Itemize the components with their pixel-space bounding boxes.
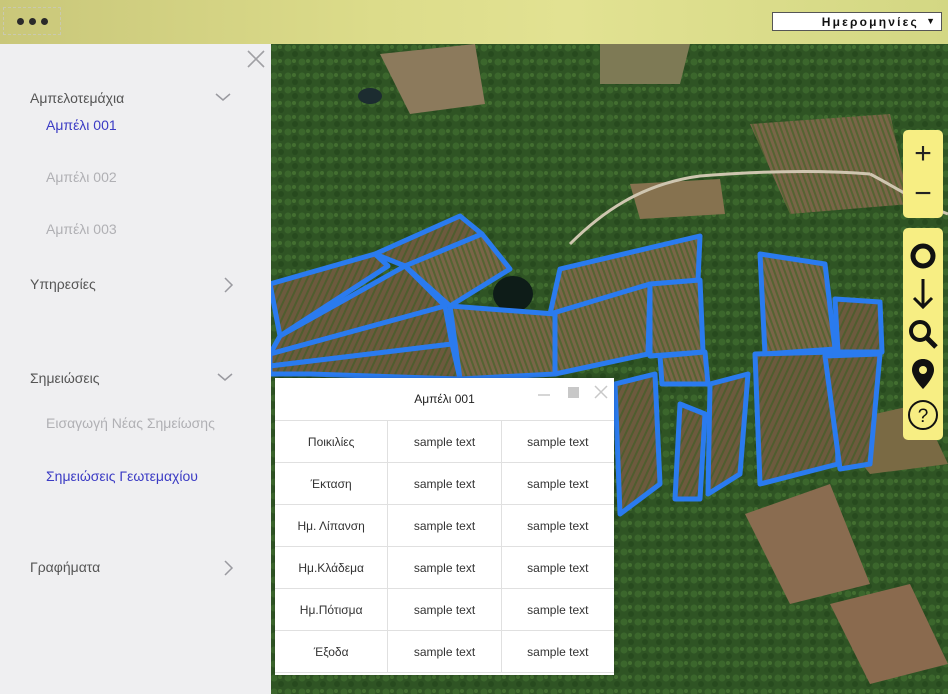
table-cell: sample text: [500, 546, 614, 589]
svg-text:?: ?: [918, 406, 929, 427]
zoom-out-icon[interactable]: −: [903, 176, 943, 212]
sidebar-item-parcel-002[interactable]: Αμπέλι 002: [46, 169, 117, 185]
dates-dropdown[interactable]: Ημερομηνίες ▼: [772, 12, 942, 31]
table-cell: sample text: [500, 504, 614, 547]
row-label: Ημ.Πότισμα: [275, 588, 389, 631]
table-cell: sample text: [387, 504, 502, 547]
minimize-icon[interactable]: [537, 388, 551, 402]
parcel-info-table: Ποικιλίες sample text sample text Έκταση…: [275, 420, 614, 673]
section-services[interactable]: Υπηρεσίες: [30, 276, 96, 292]
popup-title: Αμπέλι 001: [414, 392, 475, 406]
row-label: Ποικιλίες: [275, 420, 389, 463]
table-cell: sample text: [387, 588, 502, 631]
close-icon[interactable]: [594, 385, 608, 399]
parcel-info-popup: Αμπέλι 001 Ποικιλίες sample text sample …: [275, 378, 614, 675]
row-label: Ημ.Κλάδεμα: [275, 546, 389, 589]
location-pin-icon[interactable]: [903, 356, 943, 392]
table-cell: sample text: [387, 420, 502, 463]
table-cell: sample text: [387, 630, 502, 673]
section-notes[interactable]: Σημειώσεις: [30, 370, 100, 386]
chevron-right-icon[interactable]: [220, 276, 238, 294]
table-cell: sample text: [500, 588, 614, 631]
table-row: Ημ.Κλάδεμα sample text sample text: [275, 546, 614, 589]
circle-icon[interactable]: [903, 238, 943, 274]
top-bar: Ημερομηνίες ▼: [0, 0, 948, 44]
sidebar-item-parcel-notes[interactable]: Σημειώσεις Γεωτεμαχίου: [46, 468, 198, 484]
table-cell: sample text: [500, 630, 614, 673]
table-row: Έξοδα sample text sample text: [275, 630, 614, 673]
chevron-down-icon[interactable]: [214, 88, 232, 106]
sidebar-item-parcel-001[interactable]: Αμπέλι 001: [46, 117, 117, 133]
zoom-in-icon[interactable]: +: [903, 136, 943, 172]
maximize-icon[interactable]: [567, 386, 580, 399]
table-row: Ημ. Λίπανση sample text sample text: [275, 504, 614, 547]
sidebar-item-new-note[interactable]: Εισαγωγή Νέας Σημείωσης: [46, 415, 215, 431]
caret-down-icon: ▼: [926, 16, 935, 26]
table-cell: sample text: [387, 462, 502, 505]
zoom-toolbar: + −: [903, 130, 943, 218]
table-row: Ημ.Πότισμα sample text sample text: [275, 588, 614, 631]
search-icon[interactable]: [903, 316, 943, 352]
table-cell: sample text: [500, 420, 614, 463]
row-label: Έκταση: [275, 462, 389, 505]
table-row: Ποικιλίες sample text sample text: [275, 420, 614, 463]
table-row: Έκταση sample text sample text: [275, 462, 614, 505]
dates-dropdown-label: Ημερομηνίες: [821, 14, 919, 29]
map-tools-toolbar: ?: [903, 228, 943, 440]
arrow-down-icon[interactable]: [903, 276, 943, 312]
chevron-down-icon[interactable]: [216, 368, 234, 386]
table-cell: sample text: [387, 546, 502, 589]
more-dots-icon[interactable]: [3, 7, 61, 35]
close-icon[interactable]: [245, 48, 267, 70]
section-parcels[interactable]: Αμπελοτεμάχια: [30, 90, 124, 106]
sidebar-item-parcel-003[interactable]: Αμπέλι 003: [46, 221, 117, 237]
table-cell: sample text: [500, 462, 614, 505]
row-label: Ημ. Λίπανση: [275, 504, 389, 547]
help-icon[interactable]: ?: [903, 396, 943, 434]
row-label: Έξοδα: [275, 630, 389, 673]
chevron-right-icon[interactable]: [220, 559, 238, 577]
section-charts[interactable]: Γραφήματα: [30, 559, 100, 575]
